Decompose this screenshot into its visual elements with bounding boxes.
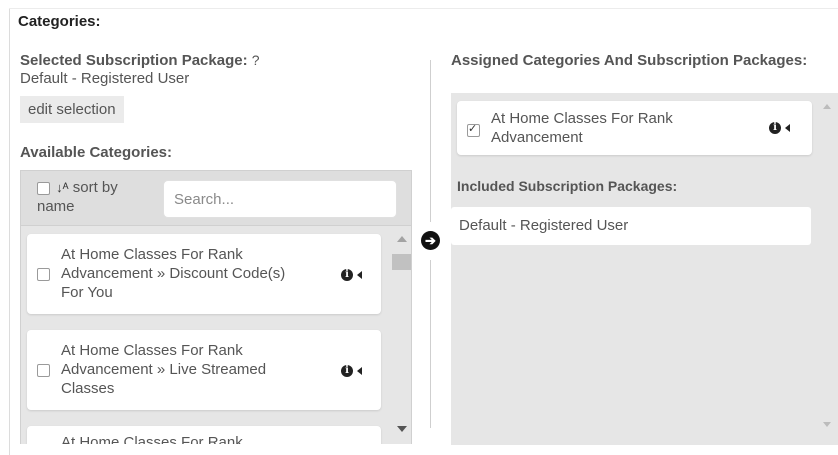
list-item[interactable]: At Home Classes For Rank Advancement » D… [27, 234, 381, 314]
search-input[interactable] [163, 180, 397, 218]
caret-left-icon[interactable] [357, 271, 362, 279]
selected-package-value: Default - Registered User [20, 70, 190, 87]
assigned-checkbox[interactable] [467, 122, 480, 137]
column-divider-bottom [430, 260, 431, 428]
assigned-label: At Home Classes For Rank Advancement [491, 110, 673, 146]
sort-by-name-toggle[interactable]: ↓ᴬ sort by name [37, 178, 118, 216]
list-item[interactable]: At Home Classes For Rank Advancement » L… [27, 330, 381, 410]
sort-checkbox[interactable] [37, 181, 50, 195]
assigned-heading: Assigned Categories And Subscription Pac… [451, 52, 808, 69]
list-item[interactable]: At Home Classes For Rank [27, 426, 381, 444]
available-categories-heading: Available Categories: [20, 144, 172, 161]
info-icon[interactable]: i [341, 365, 353, 377]
caret-left-icon[interactable] [357, 367, 362, 375]
info-icon[interactable]: i [341, 269, 353, 281]
available-categories-list[interactable]: At Home Classes For Rank Advancement » D… [20, 226, 412, 444]
arrow-circle-right-icon[interactable]: ➔ [421, 231, 440, 250]
list-scrollbar[interactable] [392, 226, 411, 444]
included-package-label: Default - Registered User [459, 217, 629, 234]
column-divider-top [430, 60, 431, 222]
selected-package-label: Selected Subscription Package: [20, 52, 248, 69]
edit-selection-button[interactable]: edit selection [20, 96, 124, 123]
sort-label-name: name [37, 198, 75, 215]
categories-title: Categories: [18, 13, 101, 30]
info-icon[interactable]: i [769, 122, 781, 134]
scroll-down-arrow[interactable] [397, 426, 407, 432]
category-label: At Home Classes For Rank [61, 434, 243, 444]
sort-alpha-icon: ↓ᴬ [56, 180, 69, 195]
assigned-panel: At Home Classes For Rank Advancement i I… [451, 93, 838, 445]
frame-border-top [9, 8, 838, 9]
caret-left-icon[interactable] [785, 124, 790, 132]
category-label: At Home Classes For Rank Advancement » D… [61, 246, 286, 301]
category-checkbox[interactable] [37, 268, 50, 281]
sort-label: sort by [72, 179, 118, 196]
right-scroll-up-arrow[interactable] [823, 104, 831, 109]
included-package-item: Default - Registered User [451, 207, 811, 245]
available-toolbar: ↓ᴬ sort by name [20, 170, 412, 226]
included-packages-heading: Included Subscription Packages: [457, 178, 678, 194]
question-circle-icon[interactable]: ? [252, 52, 260, 68]
scroll-thumb[interactable] [392, 254, 411, 270]
right-scroll-down-arrow[interactable] [823, 422, 831, 427]
selected-package-heading: Selected Subscription Package: ? [20, 52, 260, 69]
frame-border-left [9, 8, 10, 455]
category-label: At Home Classes For Rank Advancement » L… [61, 342, 267, 397]
scroll-up-arrow[interactable] [397, 236, 407, 242]
category-checkbox[interactable] [37, 364, 50, 377]
assigned-item[interactable]: At Home Classes For Rank Advancement i [457, 101, 812, 155]
